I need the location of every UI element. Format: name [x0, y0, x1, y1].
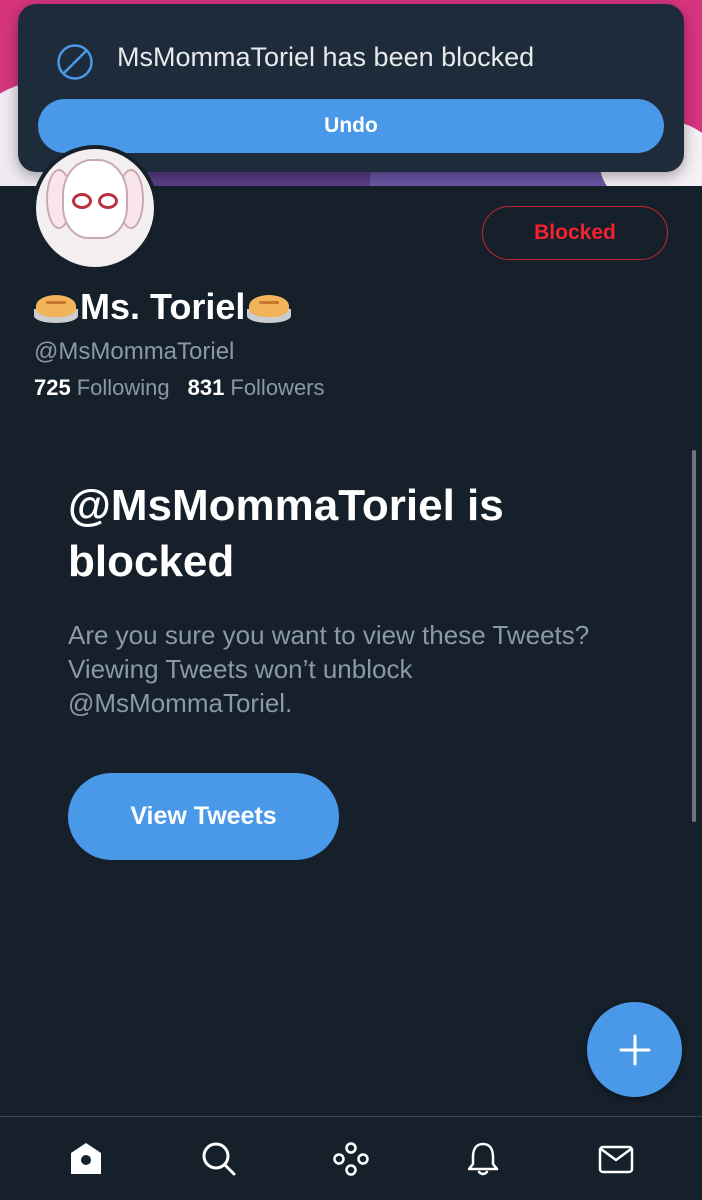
followers-label: Followers [230, 375, 325, 400]
view-tweets-button[interactable]: View Tweets [68, 773, 339, 860]
nav-messages[interactable] [586, 1129, 646, 1189]
block-icon [57, 44, 93, 80]
bottom-nav [0, 1116, 702, 1200]
follow-stats: 725 Following 831 Followers [34, 375, 325, 401]
toast-message: MsMommaToriel has been blocked [117, 42, 535, 72]
following-label: Following [76, 375, 170, 400]
display-name-text: Ms. Toriel [80, 286, 246, 327]
blocked-description: Are you sure you want to view these Twee… [68, 620, 590, 718]
blocked-title: @MsMommaToriel is blocked [68, 481, 504, 586]
spaces-icon [333, 1141, 369, 1176]
nav-notifications[interactable] [453, 1129, 513, 1189]
followers-link[interactable]: 831 Followers [188, 375, 325, 401]
nav-search[interactable] [189, 1129, 249, 1189]
profile-handle: @MsMommaToriel [34, 338, 235, 365]
plus-icon [619, 1034, 650, 1065]
following-link[interactable]: 725 Following [34, 375, 170, 401]
pie-icon [247, 287, 292, 327]
search-icon [202, 1142, 236, 1175]
nav-home[interactable] [56, 1129, 116, 1189]
compose-tweet-button[interactable] [587, 1002, 682, 1097]
display-name: Ms. Toriel [34, 286, 292, 328]
nav-spaces[interactable] [321, 1129, 381, 1189]
mail-icon [598, 1145, 633, 1173]
following-count: 725 [34, 375, 71, 400]
bell-icon [468, 1142, 499, 1175]
avatar[interactable] [32, 145, 158, 271]
blocked-toast: MsMommaToriel has been blocked Undo [18, 4, 684, 172]
blocked-button[interactable]: Blocked [482, 206, 668, 260]
home-icon [71, 1142, 102, 1174]
scrollbar[interactable] [692, 450, 696, 822]
followers-count: 831 [187, 375, 225, 400]
pie-icon [34, 287, 78, 327]
undo-button[interactable]: Undo [38, 99, 664, 153]
